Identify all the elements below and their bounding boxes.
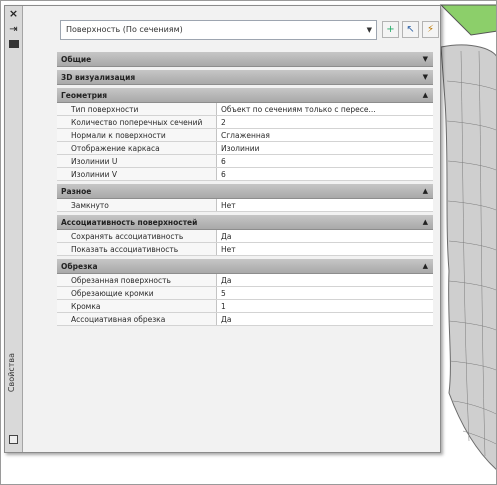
property-value[interactable]: Нет: [217, 243, 433, 255]
properties-menu-icon[interactable]: [9, 40, 19, 48]
category-label: Разное: [61, 187, 92, 196]
chevron-up-icon[interactable]: ▲: [423, 218, 428, 226]
category-label: 3D визуализация: [61, 73, 136, 82]
category-label: Обрезка: [61, 262, 98, 271]
green-surface: [439, 4, 496, 36]
property-row[interactable]: Сохранять ассоциативность Да: [57, 230, 433, 243]
category-header[interactable]: Ассоциативность поверхностей ▲: [57, 215, 433, 230]
palette-toolbar: Поверхность (По сечениям) ▼ + ↖ ⚡: [25, 20, 439, 42]
property-row[interactable]: Обрезающие кромки 5: [57, 287, 433, 300]
property-row[interactable]: Показать ассоциативность Нет: [57, 243, 433, 256]
property-row[interactable]: Кромка 1: [57, 300, 433, 313]
chevron-up-icon[interactable]: ▲: [423, 91, 428, 99]
property-row[interactable]: Тип поверхности Объект по сечениям только…: [57, 103, 433, 116]
property-row[interactable]: Замкнуто Нет: [57, 199, 433, 212]
palette-settings-icon[interactable]: [9, 435, 18, 444]
category-label: Геометрия: [61, 91, 108, 100]
close-icon[interactable]: ×: [8, 8, 19, 19]
mesh-surface: [440, 44, 496, 470]
property-name: Изолинии U: [57, 155, 217, 167]
select-objects-button[interactable]: ↖: [402, 21, 419, 38]
category-header[interactable]: Общие ▼: [57, 52, 433, 67]
property-row[interactable]: Количество поперечных сечений 2: [57, 116, 433, 129]
property-row[interactable]: Отображение каркаса Изолинии: [57, 142, 433, 155]
chevron-down-icon[interactable]: ▼: [423, 55, 428, 63]
chevron-up-icon[interactable]: ▲: [423, 187, 428, 195]
category-header[interactable]: Обрезка ▲: [57, 259, 433, 274]
category-label: Общие: [61, 55, 92, 64]
property-value[interactable]: 2: [217, 116, 433, 128]
property-value[interactable]: Да: [217, 274, 433, 286]
property-row[interactable]: Обрезанная поверхность Да: [57, 274, 433, 287]
property-name: Обрезающие кромки: [57, 287, 217, 299]
properties-grid: Общие ▼ 3D визуализация ▼ Геометрия ▲ Тип пове…: [57, 52, 433, 326]
property-name: Нормали к поверхности: [57, 129, 217, 141]
object-type-select[interactable]: Поверхность (По сечениям) ▼: [60, 20, 377, 40]
property-name: Сохранять ассоциативность: [57, 230, 217, 242]
property-row[interactable]: Нормали к поверхности Сглаженная: [57, 129, 433, 142]
property-name: Показать ассоциативность: [57, 243, 217, 255]
chevron-up-icon[interactable]: ▲: [423, 262, 428, 270]
property-value[interactable]: Изолинии: [217, 142, 433, 154]
property-row[interactable]: Ассоциативная обрезка Да: [57, 313, 433, 326]
property-name: Тип поверхности: [57, 103, 217, 115]
property-value[interactable]: Объект по сечениям только с пересе...: [217, 103, 433, 115]
property-value[interactable]: Сглаженная: [217, 129, 433, 141]
property-row[interactable]: Изолинии V6: [57, 168, 433, 181]
quick-select-button[interactable]: ⚡: [422, 21, 439, 38]
object-type-label: Поверхность (По сечениям): [66, 25, 183, 34]
property-value[interactable]: Да: [217, 230, 433, 242]
category-header[interactable]: 3D визуализация ▼: [57, 70, 433, 85]
autohide-icon[interactable]: ⇥: [8, 24, 19, 35]
palette-title: Свойства: [7, 352, 16, 392]
property-value[interactable]: 6: [217, 168, 433, 180]
category-header[interactable]: Разное ▲: [57, 184, 433, 199]
screenshot-frame: × ⇥ Свойства Поверхность (По сечениям) ▼…: [0, 0, 497, 485]
property-name: Обрезанная поверхность: [57, 274, 217, 286]
property-name: Количество поперечных сечений: [57, 116, 217, 128]
category-label: Ассоциативность поверхностей: [61, 218, 198, 227]
property-name: Отображение каркаса: [57, 142, 217, 154]
property-value[interactable]: Нет: [217, 199, 433, 211]
property-name: Изолинии V: [57, 168, 217, 180]
property-name: Замкнуто: [57, 199, 217, 211]
property-name: Кромка: [57, 300, 217, 312]
property-value[interactable]: Да: [217, 313, 433, 325]
palette-side-strip: × ⇥ Свойства: [5, 6, 23, 452]
category-header[interactable]: Геометрия ▲: [57, 88, 433, 103]
property-value[interactable]: 6: [217, 155, 433, 167]
property-row[interactable]: Изолинии U6: [57, 155, 433, 168]
properties-palette: × ⇥ Свойства Поверхность (По сечениям) ▼…: [4, 5, 441, 453]
toggle-pickadd-button[interactable]: +: [382, 21, 399, 38]
chevron-down-icon: ▼: [366, 26, 372, 34]
chevron-down-icon[interactable]: ▼: [423, 73, 428, 81]
property-value[interactable]: 1: [217, 300, 433, 312]
property-value[interactable]: 5: [217, 287, 433, 299]
property-name: Ассоциативная обрезка: [57, 313, 217, 325]
